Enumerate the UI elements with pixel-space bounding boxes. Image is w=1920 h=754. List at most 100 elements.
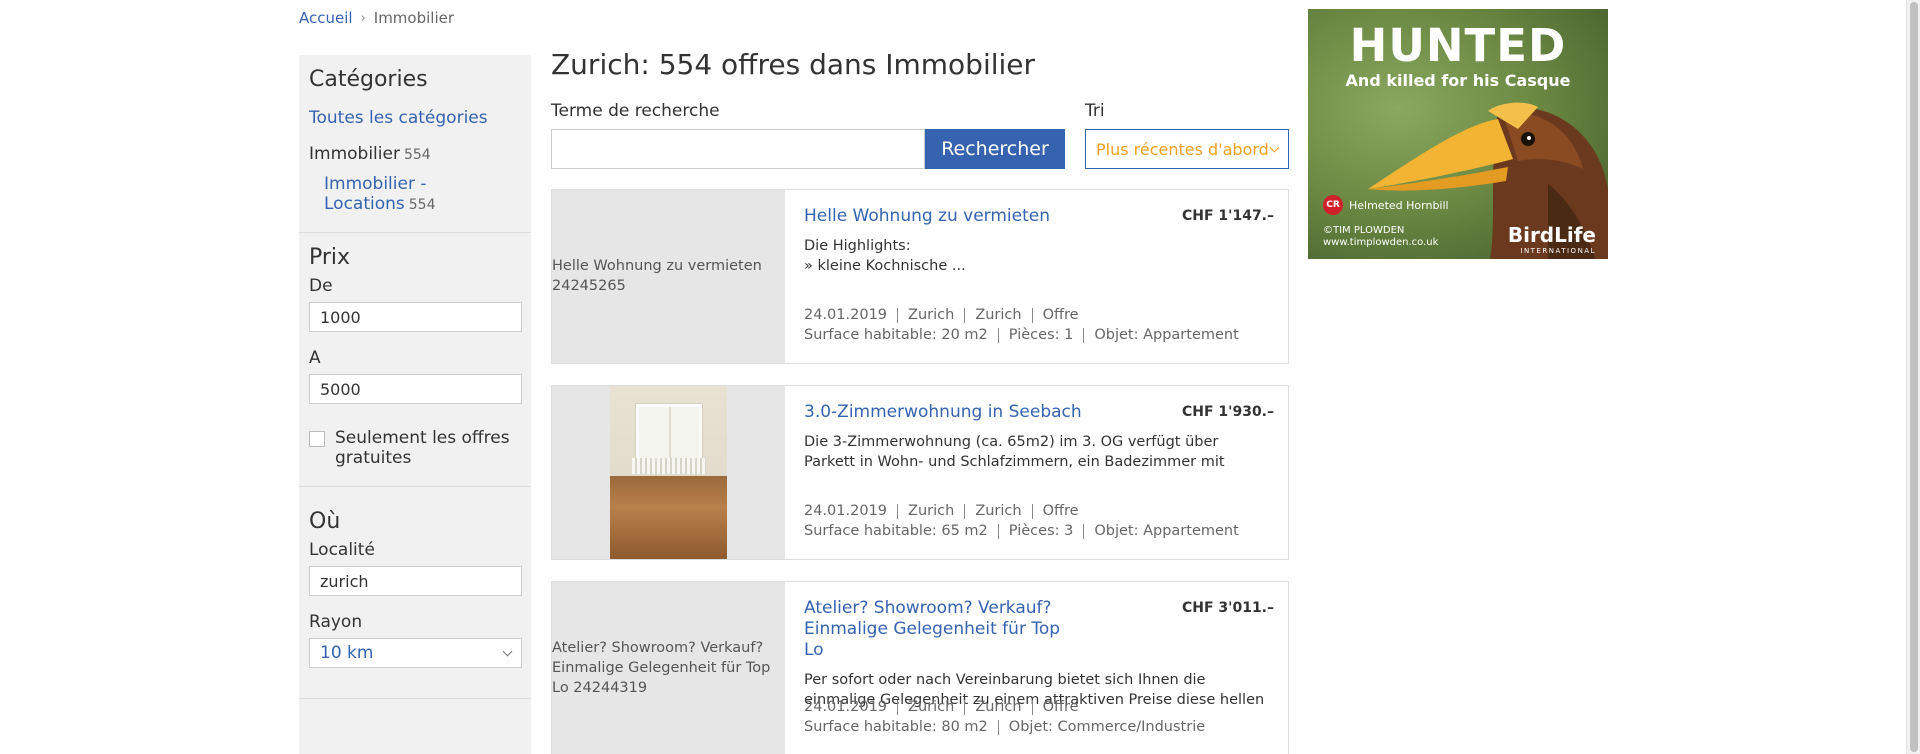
search-label: Terme de recherche xyxy=(551,101,720,121)
listing-surface: Surface habitable: 65 m2 xyxy=(804,523,988,539)
listing-description: Die Highlights: » kleine Kochnische ... xyxy=(804,238,966,274)
listing-image[interactable]: Helle Wohnung zu vermieten 24245265 xyxy=(552,190,785,363)
sort-column: Tri Plus récentes d'abord xyxy=(1085,101,1289,169)
listing-meta: 24.01.2019 Zurich Zurich Offre xyxy=(804,503,1079,519)
location-section: Où Localité Rayon 10 km xyxy=(299,487,531,699)
listing-region: Zurich xyxy=(975,699,1022,715)
divider xyxy=(897,503,899,519)
listing-date: 24.01.2019 xyxy=(804,503,888,519)
divider xyxy=(964,699,966,715)
listing-image[interactable] xyxy=(552,386,785,559)
listing-details: Surface habitable: 20 m2 Pièces: 1 Objet… xyxy=(804,327,1239,343)
listing-details: Surface habitable: 80 m2 Objet: Commerce… xyxy=(804,719,1205,735)
breadcrumb-current: Immobilier xyxy=(373,9,455,27)
categories-section: Catégories Toutes les catégories Immobil… xyxy=(299,55,531,233)
ad-species-tag: CR Helmeted Hornbill xyxy=(1323,195,1449,215)
listing-content: 3.0-Zimmerwohnung in Seebach CHF 1'930.–… xyxy=(785,386,1294,559)
breadcrumb: Accueil › Immobilier xyxy=(299,9,454,27)
locality-input[interactable] xyxy=(309,566,522,596)
ad-headline: HUNTED xyxy=(1349,19,1567,72)
free-only-label: Seulement les offres gratuites xyxy=(335,428,510,468)
listing-city: Zurich xyxy=(908,699,955,715)
listing-surface: Surface habitable: 80 m2 xyxy=(804,719,988,735)
radiator-shape xyxy=(632,458,706,474)
categories-title: Catégories xyxy=(309,67,428,92)
price-title: Prix xyxy=(309,245,351,270)
listing-meta: 24.01.2019 Zurich Zurich Offre xyxy=(804,699,1079,715)
sort-label: Tri xyxy=(1085,101,1105,121)
listing-details: Surface habitable: 65 m2 Pièces: 3 Objet… xyxy=(804,523,1239,539)
subcategory-count: 554 xyxy=(408,197,436,213)
search-box: Rechercher xyxy=(551,129,1065,169)
listing-type: Offre xyxy=(1042,307,1079,323)
divider xyxy=(997,719,999,735)
free-only-checkbox[interactable]: Seulement les offres gratuites xyxy=(309,428,521,468)
location-title: Où xyxy=(309,509,341,534)
listing-type: Offre xyxy=(1042,503,1079,519)
birdlife-logo: BirdLife INTERNATIONAL xyxy=(1508,223,1596,255)
scrollbar-thumb[interactable] xyxy=(1910,2,1918,752)
image-alt-text: Helle Wohnung zu vermieten 24245265 xyxy=(552,258,762,294)
divider xyxy=(1083,327,1085,343)
divider xyxy=(1031,699,1033,715)
sort-select[interactable]: Plus récentes d'abord xyxy=(1085,129,1289,169)
filter-sidebar: Catégories Toutes les catégories Immobil… xyxy=(299,55,531,754)
listing-title[interactable]: Atelier? Showroom? Verkauf? Einmalige Ge… xyxy=(804,598,1084,661)
ad-species: Helmeted Hornbill xyxy=(1349,198,1449,212)
listing-object: Objet: Commerce/Industrie xyxy=(1008,719,1206,735)
listing-date: 24.01.2019 xyxy=(804,699,888,715)
image-alt-text: Atelier? Showroom? Verkauf? Einmalige Ge… xyxy=(552,640,771,696)
listing-type: Offre xyxy=(1042,699,1079,715)
logo-text: BirdLife xyxy=(1507,223,1596,247)
price-to-label: A xyxy=(309,348,321,368)
listing-city: Zurich xyxy=(908,307,955,323)
category-count: 554 xyxy=(403,147,431,163)
chevron-down-icon xyxy=(502,646,513,656)
chevron-right-icon: › xyxy=(360,10,366,26)
listing-region: Zurich xyxy=(975,307,1022,323)
divider xyxy=(897,307,899,323)
category-label: Immobilier xyxy=(309,144,400,164)
divider xyxy=(964,503,966,519)
breadcrumb-home-link[interactable]: Accueil xyxy=(299,9,353,27)
listing-card[interactable]: Atelier? Showroom? Verkauf? Einmalige Ge… xyxy=(551,581,1289,754)
listing-content: Atelier? Showroom? Verkauf? Einmalige Ge… xyxy=(785,582,1294,754)
divider xyxy=(997,523,999,539)
search-input[interactable] xyxy=(551,129,925,169)
divider xyxy=(1031,307,1033,323)
listing-card[interactable]: Helle Wohnung zu vermieten 24245265 Hell… xyxy=(551,189,1289,364)
listing-region: Zurich xyxy=(975,503,1022,519)
price-from-input[interactable] xyxy=(309,302,522,332)
all-categories-link[interactable]: Toutes les catégories xyxy=(309,108,521,128)
listing-rooms: Pièces: 3 xyxy=(1008,523,1074,539)
divider xyxy=(997,327,999,343)
listing-card[interactable]: 3.0-Zimmerwohnung in Seebach CHF 1'930.–… xyxy=(551,385,1289,560)
ad-credit-line1: ©TIM PLOWDEN xyxy=(1323,225,1405,236)
price-to-input[interactable] xyxy=(309,374,522,404)
search-button[interactable]: Rechercher xyxy=(925,129,1065,169)
page-title: Zurich: 554 offres dans Immobilier xyxy=(551,48,1036,81)
listing-date: 24.01.2019 xyxy=(804,307,888,323)
page-scrollbar[interactable] xyxy=(1906,0,1920,754)
listing-price: CHF 1'147.– xyxy=(1182,208,1274,224)
sort-value: Plus récentes d'abord xyxy=(1096,139,1269,159)
listing-object: Objet: Appartement xyxy=(1094,327,1239,343)
subcategory-locations-link[interactable]: Immobilier - Locations 554 xyxy=(324,174,521,214)
listing-title[interactable]: Helle Wohnung zu vermieten xyxy=(804,206,1084,227)
logo-sub: INTERNATIONAL xyxy=(1520,247,1596,255)
ad-credit-line2: www.timplowden.co.uk xyxy=(1323,237,1439,248)
listing-price: CHF 3'011.– xyxy=(1182,600,1274,616)
divider xyxy=(897,699,899,715)
listing-surface: Surface habitable: 20 m2 xyxy=(804,327,988,343)
listing-title[interactable]: 3.0-Zimmerwohnung in Seebach xyxy=(804,402,1084,423)
category-immobilier: Immobilier 554 xyxy=(309,144,521,164)
ad-banner[interactable]: HUNTED And killed for his Casque CR Helm… xyxy=(1308,9,1608,259)
checkbox-box[interactable] xyxy=(309,431,325,447)
price-from-label: De xyxy=(309,276,333,296)
page: Accueil › Immobilier Catégories Toutes l… xyxy=(0,0,1920,754)
apartment-photo[interactable] xyxy=(610,386,727,559)
divider xyxy=(1031,503,1033,519)
search-row: Terme de recherche Rechercher Tri Plus r… xyxy=(551,101,1289,169)
radius-select[interactable]: 10 km xyxy=(309,638,522,668)
listing-image[interactable]: Atelier? Showroom? Verkauf? Einmalige Ge… xyxy=(552,582,785,754)
